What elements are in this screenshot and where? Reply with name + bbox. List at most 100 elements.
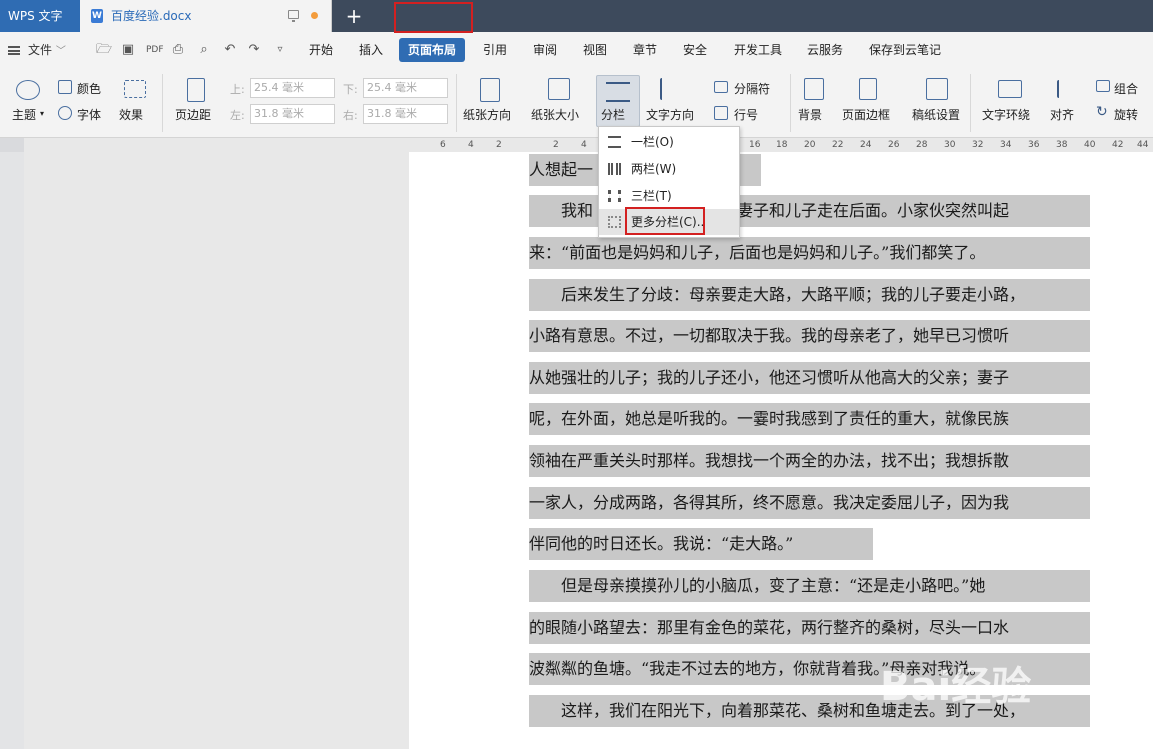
baidu-watermark: Bai经验 [880,664,1032,710]
open-folder-icon[interactable]: 🗁 [96,42,112,58]
app-tab[interactable]: WPS 文字 [0,0,80,32]
menu-icon [8,46,20,55]
menu-save-cloud-notes[interactable]: 保存到云笔记 [866,32,944,68]
one-column-icon [608,136,621,148]
ruler-label: 22 [832,140,844,150]
breaks-icon [714,81,728,93]
document-tab-title: 百度经验.docx [111,9,192,23]
font-theme-icon [58,106,72,120]
customize-icon[interactable]: ▿ [272,42,288,58]
align-button[interactable]: 对齐 [1050,106,1074,123]
bottom-margin-label: 下: [343,83,358,96]
separator [790,74,791,132]
document-line[interactable]: 小路有意思。不过，一切都取决于我。我的母亲老了，她早已习惯听 [529,320,1090,352]
document-line[interactable]: 呢，在外面，她总是听我的。一霎时我感到了责任的重大，就像民族 [529,403,1090,435]
document-tab[interactable]: W 百度经验.docx [80,0,332,32]
text-wrap-button[interactable]: 文字环绕 [982,106,1030,123]
color-button[interactable]: 颜色 [77,80,101,97]
separator [970,74,971,132]
horizontal-ruler[interactable]: 6 4 2 2 4 16 18 20 22 24 26 28 30 32 34 … [24,138,1153,152]
menu-developer[interactable]: 开发工具 [730,32,786,68]
separator [162,74,163,132]
document-line[interactable]: 从她强壮的儿子；我的儿子还小，他还习惯听从他高大的父亲；妻子 [529,362,1090,394]
margins-button[interactable]: 页边距 [175,106,211,123]
paper-size-icon [548,78,570,100]
orientation-icon [480,78,500,102]
unsaved-dot-icon [311,12,318,19]
background-button[interactable]: 背景 [798,106,822,123]
two-column-icon [608,163,621,175]
menu-item-two-columns[interactable]: 两栏(W) [599,156,739,182]
columns-button[interactable]: 分栏 [596,75,640,127]
top-margin-input[interactable]: 25.4 毫米 [250,78,335,98]
color-scheme-icon [58,80,72,94]
menu-item-label: 两栏(W) [631,162,677,176]
ribbon: 主题 ▾ 颜色 字体 效果 页边距 上: 25.4 毫米 左: 31.8 毫米 … [0,68,1153,138]
ruler-label: 4 [581,140,587,150]
document-line[interactable]: 来：“前面也是妈妈和儿子，后面也是妈妈和儿子。”我们都笑了。 [529,237,1090,269]
margins-icon [187,78,205,102]
print-preview-icon[interactable]: ⌕ [196,42,212,58]
ruler-label: 32 [972,140,984,150]
save-icon[interactable]: ▣ [120,42,136,58]
word-doc-icon: W [91,9,103,23]
file-menu[interactable]: 文件 ﹀ [8,32,66,68]
menu-references[interactable]: 引用 [480,32,510,68]
rotate-button[interactable]: 旋转 [1114,106,1138,123]
menu-page-layout[interactable]: 页面布局 [399,38,465,62]
palette-icon [16,80,40,100]
ruler-label: 16 [749,140,761,150]
menu-item-one-column[interactable]: 一栏(O) [599,129,739,155]
breaks-button[interactable]: 分隔符 [734,80,770,97]
text-wrap-icon [998,80,1022,98]
menu-review[interactable]: 审阅 [530,32,560,68]
redo-icon[interactable]: ↷ [246,42,262,58]
group-icon [1096,80,1110,92]
menu-start[interactable]: 开始 [306,32,336,68]
menu-section[interactable]: 章节 [630,32,660,68]
document-line[interactable]: 领袖在严重关头时那样。我想找一个两全的办法，找不出；我想拆散 [529,445,1090,477]
document-line[interactable]: 的眼随小路望去：那里有金色的菜花，两行整齐的桑树，尽头一口水 [529,612,1090,644]
document-line[interactable]: 一家人，分成两路，各得其所，终不愿意。我决定委屈儿子，因为我 [529,487,1090,519]
theme-button[interactable]: 主题 [12,106,36,123]
menu-item-three-columns[interactable]: 三栏(T) [599,183,739,209]
grid-settings-button[interactable]: 稿纸设置 [912,106,960,123]
highlight-box-page-layout [394,2,473,33]
document-line[interactable]: 伴同他的时日还长。我说：“走大路。” [529,528,873,560]
menu-cloud[interactable]: 云服务 [804,32,846,68]
document-line[interactable]: 但是母亲摸摸孙儿的小脑瓜，变了主意：“还是走小路吧。”她 [529,570,1090,602]
ruler-label: 6 [440,140,446,150]
ruler-label: 38 [1056,140,1068,150]
menu-security[interactable]: 安全 [680,32,710,68]
ruler-label: 36 [1028,140,1040,150]
ruler-label: 20 [804,140,816,150]
menu-view[interactable]: 视图 [580,32,610,68]
text-direction-button[interactable]: 文字方向 [646,106,694,123]
line-numbers-button[interactable]: 行号 [734,106,758,123]
menu-bar: 文件 ﹀ 🗁 ▣ PDF ⎙ ⌕ ↶ ↷ ▿ 开始 插入 页面布局 引用 审阅 … [0,32,1153,68]
orientation-button[interactable]: 纸张方向 [463,106,511,123]
document-line[interactable]: 后来发生了分歧：母亲要走大路，大路平顺；我的儿子要走小路， [529,279,1090,311]
page-border-button[interactable]: 页面边框 [842,106,890,123]
font-button[interactable]: 字体 [77,106,101,123]
undo-icon[interactable]: ↶ [222,42,238,58]
bottom-margin-input[interactable]: 25.4 毫米 [363,78,448,98]
columns-label: 分栏 [601,108,626,122]
paper-size-button[interactable]: 纸张大小 [531,106,579,123]
print-icon[interactable]: ⎙ [170,42,186,58]
document-line-head: 我和 [529,201,594,220]
left-margin-input[interactable]: 31.8 毫米 [250,104,335,124]
file-menu-label: 文件 [28,43,53,57]
monitor-icon[interactable] [288,10,299,22]
menu-insert[interactable]: 插入 [356,32,386,68]
right-margin-input[interactable]: 31.8 毫米 [363,104,448,124]
ruler-label: 18 [776,140,788,150]
new-tab-button[interactable]: + [340,3,368,29]
title-bar: WPS 文字 W 百度经验.docx + [0,0,1153,32]
ruler-label: 44 [1137,140,1149,150]
effects-button[interactable]: 效果 [119,106,143,123]
pdf-icon[interactable]: PDF [146,42,164,58]
group-button[interactable]: 组合 [1114,80,1138,97]
document-line-tail: 我的妻子和儿子走在后面。小家伙突然叫起 [705,201,1010,220]
line-numbers-icon [714,106,728,120]
